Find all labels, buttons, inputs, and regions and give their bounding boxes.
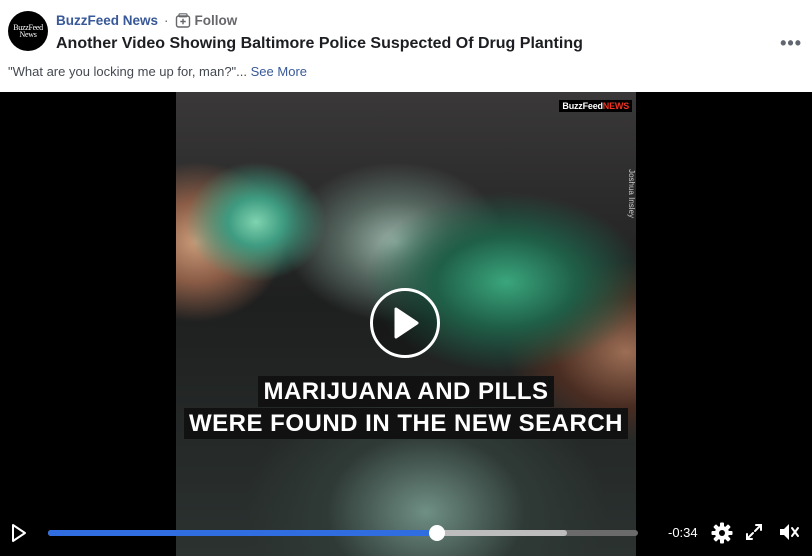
more-options-icon[interactable]: ••• [780, 33, 802, 54]
play-button-icon[interactable] [10, 523, 28, 543]
video-controls: -0:34 [0, 510, 812, 556]
follow-label: Follow [194, 13, 238, 28]
logo-brand: BuzzFeed [562, 101, 603, 111]
page-name-link[interactable]: BuzzFeed News [56, 13, 158, 28]
see-more-link[interactable]: See More [251, 64, 307, 79]
caption-line-2: WERE FOUND IN THE NEW SEARCH [184, 408, 628, 439]
play-icon [394, 307, 419, 339]
gear-icon[interactable] [711, 522, 733, 544]
progress-fill [48, 530, 438, 536]
description-text: "What are you locking me up for, man?"..… [8, 64, 248, 79]
scrubber-handle[interactable] [429, 525, 446, 541]
post-title[interactable]: Another Video Showing Baltimore Police S… [56, 35, 583, 53]
video-credit: Joshua Insley [627, 169, 636, 218]
post-header: BuzzFeed News BuzzFeed News · Follow Ano… [0, 0, 812, 92]
follow-icon [175, 13, 190, 28]
post-description: "What are you locking me up for, man?"..… [8, 64, 307, 79]
play-overlay-button[interactable] [370, 288, 440, 358]
video-player[interactable]: BuzzFeedNEWS Joshua Insley MARIJUANA AND… [0, 92, 812, 556]
avatar-text-line2: News [19, 30, 37, 39]
caption-line-1: MARIJUANA AND PILLS [258, 376, 554, 407]
logo-news: NEWS [602, 101, 629, 111]
page-avatar[interactable]: BuzzFeed News [8, 11, 48, 51]
progress-bar[interactable] [48, 525, 638, 541]
separator-dot: · [164, 13, 169, 28]
volume-muted-icon[interactable] [778, 522, 800, 542]
fullscreen-icon[interactable] [745, 523, 763, 541]
follow-button[interactable]: Follow [175, 13, 238, 28]
video-caption-2: WERE FOUND IN THE NEW SEARCH [0, 408, 812, 439]
buzzfeed-news-logo: BuzzFeedNEWS [559, 100, 632, 112]
page-line: BuzzFeed News · Follow [56, 13, 237, 28]
time-remaining: -0:34 [668, 525, 698, 540]
video-caption: MARIJUANA AND PILLS [0, 376, 812, 407]
